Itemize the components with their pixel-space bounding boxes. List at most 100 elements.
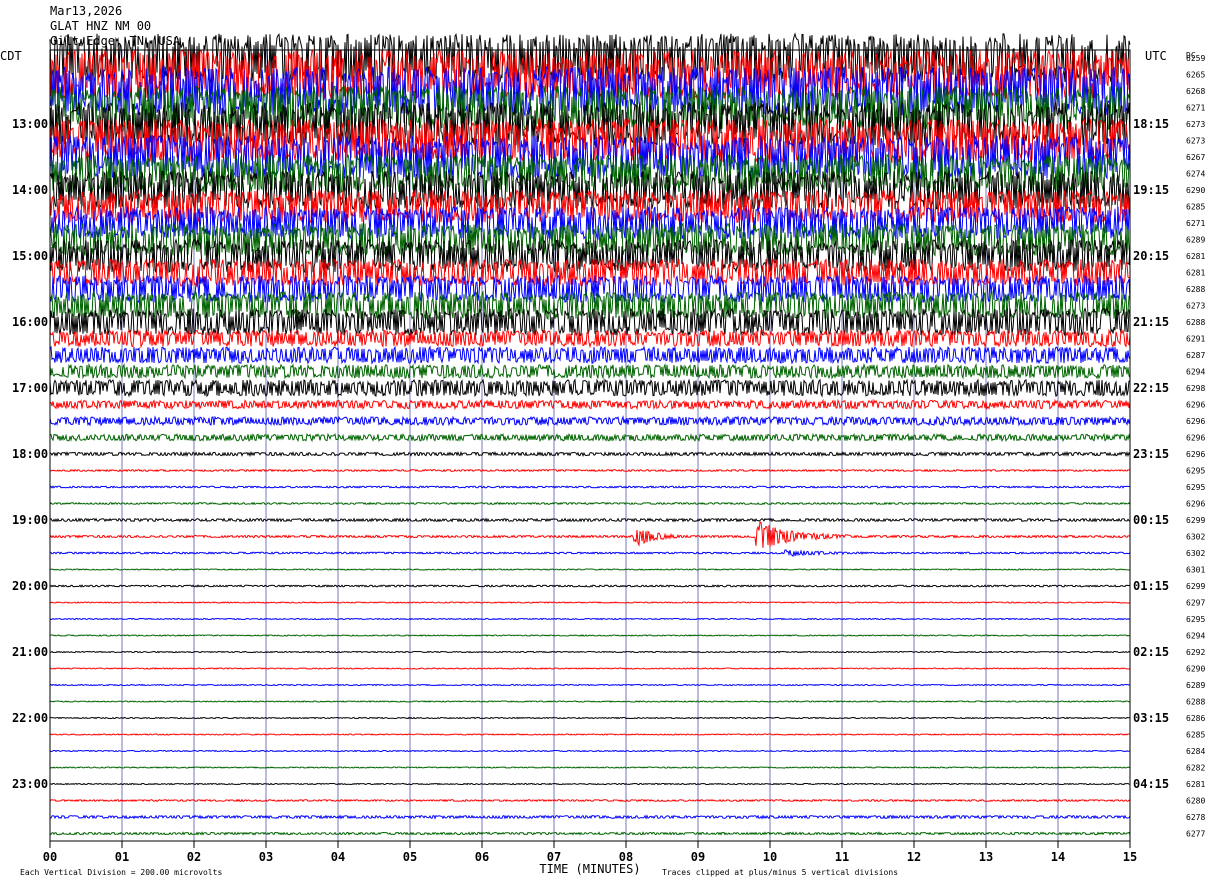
x-tick-label: 14 — [1051, 850, 1065, 864]
dc-value: 6273 — [1186, 120, 1205, 129]
dc-value: 6295 — [1186, 615, 1205, 624]
dc-value: 6297 — [1186, 599, 1205, 608]
trace-line — [49, 634, 1131, 637]
trace-line — [49, 415, 1131, 427]
trace-line — [49, 782, 1131, 786]
trace-line — [49, 814, 1131, 820]
cdt-hour-label: 17:00 — [12, 381, 48, 395]
dc-value: 6296 — [1186, 401, 1205, 410]
seismic-traces — [49, 32, 1131, 836]
trace-line — [49, 432, 1131, 443]
trace-line — [49, 601, 1131, 604]
dc-value: 6299 — [1186, 516, 1205, 525]
trace-line — [49, 798, 1131, 803]
dc-value: 6280 — [1186, 797, 1205, 806]
cdt-hour-label: 21:00 — [12, 645, 48, 659]
trace-line — [49, 831, 1131, 836]
utc-hour-label: 23:15 — [1133, 447, 1169, 461]
dc-value: 6268 — [1186, 87, 1205, 96]
trace-line — [49, 328, 1131, 349]
cdt-hour-label: 13:00 — [12, 117, 48, 131]
clip-note: Traces clipped at plus/minus 5 vertical … — [662, 868, 898, 877]
scale-note: Each Vertical Division = 200.00 microvol… — [20, 868, 222, 877]
x-tick-label: 05 — [403, 850, 417, 864]
trace-line — [49, 733, 1131, 736]
helicorder-plot: 13:00 14:00 15:00 16:00 17:00 18:00 19:00 20:00… — [0, 4, 1205, 877]
x-tick-label: 02 — [187, 850, 201, 864]
location-label: Gilt Edge, TN, USA — [50, 34, 181, 48]
dc-value: 6288 — [1186, 318, 1205, 327]
trace-line — [49, 485, 1131, 489]
trace-line — [49, 617, 1131, 621]
dc-value: 6288 — [1186, 698, 1205, 707]
dc-value: 6301 — [1186, 566, 1205, 575]
dc-value: 6284 — [1186, 747, 1205, 756]
x-tick-label: 06 — [475, 850, 489, 864]
dc-value: 6282 — [1186, 764, 1205, 773]
dc-value: 6295 — [1186, 467, 1205, 476]
x-tick-label: 10 — [763, 850, 777, 864]
dc-value: 6299 — [1186, 582, 1205, 591]
dc-value: 6267 — [1186, 153, 1205, 162]
cdt-hour-label: 18:00 — [12, 447, 48, 461]
utc-hour-label: 03:15 — [1133, 711, 1169, 725]
trace-line — [50, 568, 1131, 571]
dc-value: 6290 — [1186, 665, 1205, 674]
trace-line — [49, 683, 1131, 687]
utc-hour-label: 20:15 — [1133, 249, 1169, 263]
trace-line — [49, 398, 1131, 411]
date-label: Mar13,2026 — [50, 4, 122, 18]
x-tick-labels: 00 01 02 03 04 05 06 07 08 09 10 11 12 13 14 15 — [43, 841, 1137, 864]
dc-value: 6277 — [1186, 830, 1205, 839]
trace-line — [49, 766, 1131, 769]
utc-hour-label: 21:15 — [1133, 315, 1169, 329]
x-axis-title: TIME (MINUTES) — [539, 862, 640, 876]
dc-value: 6291 — [1186, 335, 1205, 344]
dc-value: 6286 — [1186, 714, 1205, 723]
dc-value: 6273 — [1186, 302, 1205, 311]
dc-value: 6290 — [1186, 186, 1205, 195]
trace-line — [49, 584, 1131, 588]
dc-value: 6295 — [1186, 483, 1205, 492]
trace-line — [49, 501, 1131, 506]
dc-value: 6281 — [1186, 269, 1205, 278]
utc-hour-labels: 18:15 19:15 20:15 21:15 22:15 23:15 00:15 01:15… — [1133, 117, 1169, 791]
dc-value: 6302 — [1186, 533, 1205, 542]
dc-value: 6302 — [1186, 549, 1205, 558]
trace-line — [49, 667, 1131, 670]
dc-value: 6281 — [1186, 252, 1205, 261]
trace-line — [49, 521, 1131, 548]
x-tick-label: 04 — [331, 850, 345, 864]
cdt-hour-label: 20:00 — [12, 579, 48, 593]
trace-line — [49, 650, 1131, 654]
utc-hour-label: 02:15 — [1133, 645, 1169, 659]
trace-line — [49, 378, 1131, 398]
dc-value: 6294 — [1186, 368, 1205, 377]
dc-value: 6296 — [1186, 417, 1205, 426]
dc-value: 6274 — [1186, 170, 1205, 179]
trace-line — [49, 749, 1131, 753]
trace-line — [49, 450, 1131, 458]
trace-line — [49, 517, 1131, 523]
cdt-hour-labels: 13:00 14:00 15:00 16:00 17:00 18:00 19:00 20:00… — [12, 117, 48, 791]
x-tick-label: 01 — [115, 850, 129, 864]
dc-value: 6285 — [1186, 203, 1205, 212]
cdt-hour-label: 14:00 — [12, 183, 48, 197]
dc-value: 6296 — [1186, 450, 1205, 459]
x-tick-label: 03 — [259, 850, 273, 864]
dc-value: 6278 — [1186, 813, 1205, 822]
utc-label: UTC — [1145, 49, 1167, 63]
utc-hour-label: 19:15 — [1133, 183, 1169, 197]
utc-hour-label: 18:15 — [1133, 117, 1169, 131]
dc-value: 6287 — [1186, 351, 1205, 360]
dc-value: 6273 — [1186, 137, 1205, 146]
dc-value: 6281 — [1186, 780, 1205, 789]
dc-label: DC — [1186, 51, 1196, 60]
dc-value: 6271 — [1186, 104, 1205, 113]
dc-value: 6289 — [1186, 236, 1205, 245]
dc-value: 6296 — [1186, 434, 1205, 443]
dc-value: 6298 — [1186, 384, 1205, 393]
utc-hour-label: 04:15 — [1133, 777, 1169, 791]
utc-hour-label: 00:15 — [1133, 513, 1169, 527]
cdt-hour-label: 19:00 — [12, 513, 48, 527]
